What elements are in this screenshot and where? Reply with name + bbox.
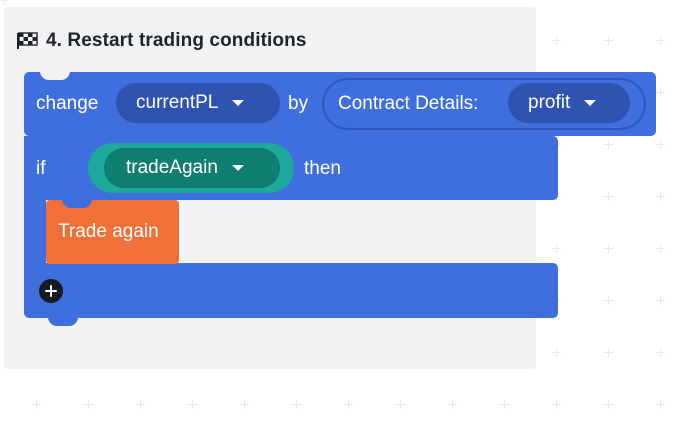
if-block-footer[interactable] [24,263,558,326]
grid-cross [448,400,457,409]
by-label: by [288,93,309,114]
grid-cross [656,140,665,149]
grid-cross [604,348,613,357]
grid-cross [500,400,509,409]
grid-cross [604,140,613,149]
grid-cross [552,400,561,409]
grid-cross [552,36,561,45]
grid-cross [604,400,613,409]
group-title: 4. Restart trading conditions [46,30,307,51]
grid-cross [604,296,613,305]
block-notch [48,317,78,326]
chevron-down-icon [584,100,597,106]
group-header[interactable]: 4. Restart trading conditions [16,30,307,52]
grid-cross [240,400,249,409]
grid-cross [136,400,145,409]
grid-cross [188,400,197,409]
workspace-canvas[interactable]: 4. Restart trading conditions change cur… [0,0,681,426]
plus-circle-icon[interactable] [39,279,63,303]
checkered-flag-icon [16,32,38,50]
contract-field-dropdown[interactable]: profit [508,83,630,123]
grid-cross [656,36,665,45]
trade-again-label: Trade again [58,221,159,242]
block-notch [40,71,70,80]
then-keyword: then [304,158,341,179]
grid-cross [604,192,613,201]
grid-cross [552,244,561,253]
chevron-down-icon [231,165,244,171]
if-keyword: if [36,158,46,179]
grid-cross [84,400,93,409]
grid-cross [344,400,353,409]
grid-cross [656,296,665,305]
grid-cross [552,348,561,357]
condition-variable-label: tradeAgain [126,157,218,178]
contract-details-label: Contract Details: [338,93,479,114]
variable-dropdown-label: currentPL [136,92,219,113]
grid-cross [292,400,301,409]
grid-cross [656,192,665,201]
grid-cross [604,36,613,45]
grid-cross [656,348,665,357]
grid-cross [604,244,613,253]
grid-cross [656,400,665,409]
chevron-down-icon [232,100,245,106]
grid-cross [396,400,405,409]
grid-cross [656,88,665,97]
variable-dropdown-currentpl[interactable]: currentPL [116,83,280,123]
grid-cross [32,400,41,409]
grid-cross [656,244,665,253]
contract-field-label: profit [528,92,571,113]
change-keyword: change [36,93,99,114]
block-notch [62,199,92,208]
variable-dropdown-tradeagain[interactable]: tradeAgain [104,148,280,188]
